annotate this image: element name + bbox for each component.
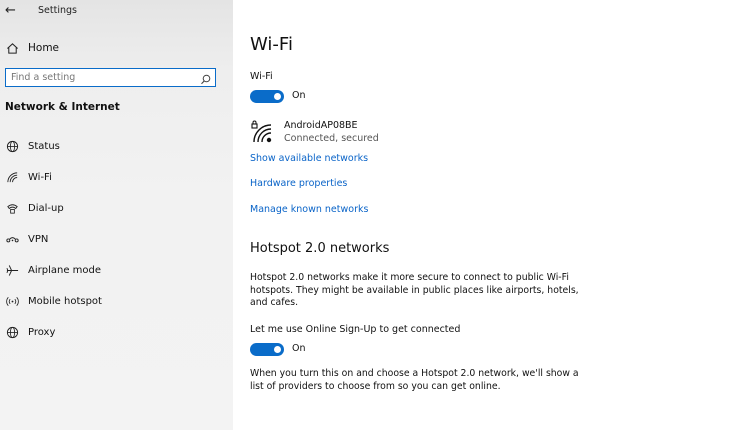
sidebar-item-mobile-hotspot[interactable]: Mobile hotspot	[5, 292, 102, 310]
sidebar-item-dialup[interactable]: Dial-up	[5, 199, 64, 217]
sidebar-item-airplane-mode[interactable]: Airplane mode	[5, 261, 101, 279]
globe-icon	[5, 325, 19, 339]
sidebar-item-label: Proxy	[28, 326, 56, 338]
sidebar-item-label: VPN	[28, 233, 49, 245]
search-input[interactable]	[11, 71, 191, 84]
home-nav-item[interactable]: Home	[5, 39, 59, 57]
sidebar-item-status[interactable]: Status	[5, 137, 60, 155]
globe-icon	[5, 139, 19, 153]
wifi-icon	[5, 170, 19, 184]
home-label: Home	[28, 42, 60, 54]
hotspot-description: Hotspot 2.0 networks make it more secure…	[250, 272, 579, 308]
online-signup-toggle[interactable]	[250, 343, 284, 356]
hotspot-section-title: Hotspot 2.0 networks	[250, 241, 390, 256]
sidebar: ← Settings Home Network & Internet Statu…	[0, 0, 233, 430]
toggle-knob	[274, 93, 281, 100]
search-box	[5, 68, 216, 87]
sidebar-item-label: Dial-up	[28, 202, 64, 214]
back-arrow-icon[interactable]: ←	[5, 3, 16, 18]
sidebar-item-label: Status	[28, 140, 60, 152]
secured-wifi-icon	[250, 120, 274, 144]
airplane-icon	[5, 263, 19, 277]
search-icon[interactable]	[199, 71, 212, 85]
online-signup-toggle-state: On	[292, 343, 306, 354]
sidebar-item-label: Wi-Fi	[28, 171, 52, 183]
show-available-networks-link[interactable]: Show available networks	[250, 153, 368, 164]
phone-icon	[5, 201, 19, 215]
section-title: Network & Internet	[5, 101, 120, 113]
wifi-label: Wi-Fi	[250, 71, 273, 82]
hardware-properties-link[interactable]: Hardware properties	[250, 178, 347, 189]
network-status: Connected, secured	[284, 133, 379, 144]
toggle-knob	[274, 346, 281, 353]
sidebar-item-wifi[interactable]: Wi-Fi	[5, 168, 52, 186]
page-title: Wi-Fi	[250, 34, 293, 55]
wifi-toggle[interactable]	[250, 90, 284, 103]
app-title: Settings	[38, 5, 77, 16]
sidebar-item-proxy[interactable]: Proxy	[5, 323, 55, 341]
connected-network[interactable]: AndroidAP08BE Connected, secured	[250, 118, 450, 146]
online-signup-label: Let me use Online Sign-Up to get connect…	[250, 324, 461, 335]
hotspot-icon	[5, 294, 19, 308]
vpn-icon	[5, 232, 19, 246]
home-icon	[5, 41, 19, 55]
network-name: AndroidAP08BE	[284, 120, 358, 131]
hotspot-footer-text: When you turn this on and choose a Hotsp…	[250, 368, 579, 392]
sidebar-item-vpn[interactable]: VPN	[5, 230, 48, 248]
sidebar-item-label: Mobile hotspot	[28, 295, 102, 307]
main-content: Wi-Fi Wi-Fi On AndroidAP08BE Connected, …	[233, 0, 750, 430]
wifi-toggle-state: On	[292, 90, 306, 101]
manage-known-networks-link[interactable]: Manage known networks	[250, 204, 368, 215]
sidebar-item-label: Airplane mode	[28, 264, 102, 276]
title-bar: ← Settings	[0, 0, 233, 24]
